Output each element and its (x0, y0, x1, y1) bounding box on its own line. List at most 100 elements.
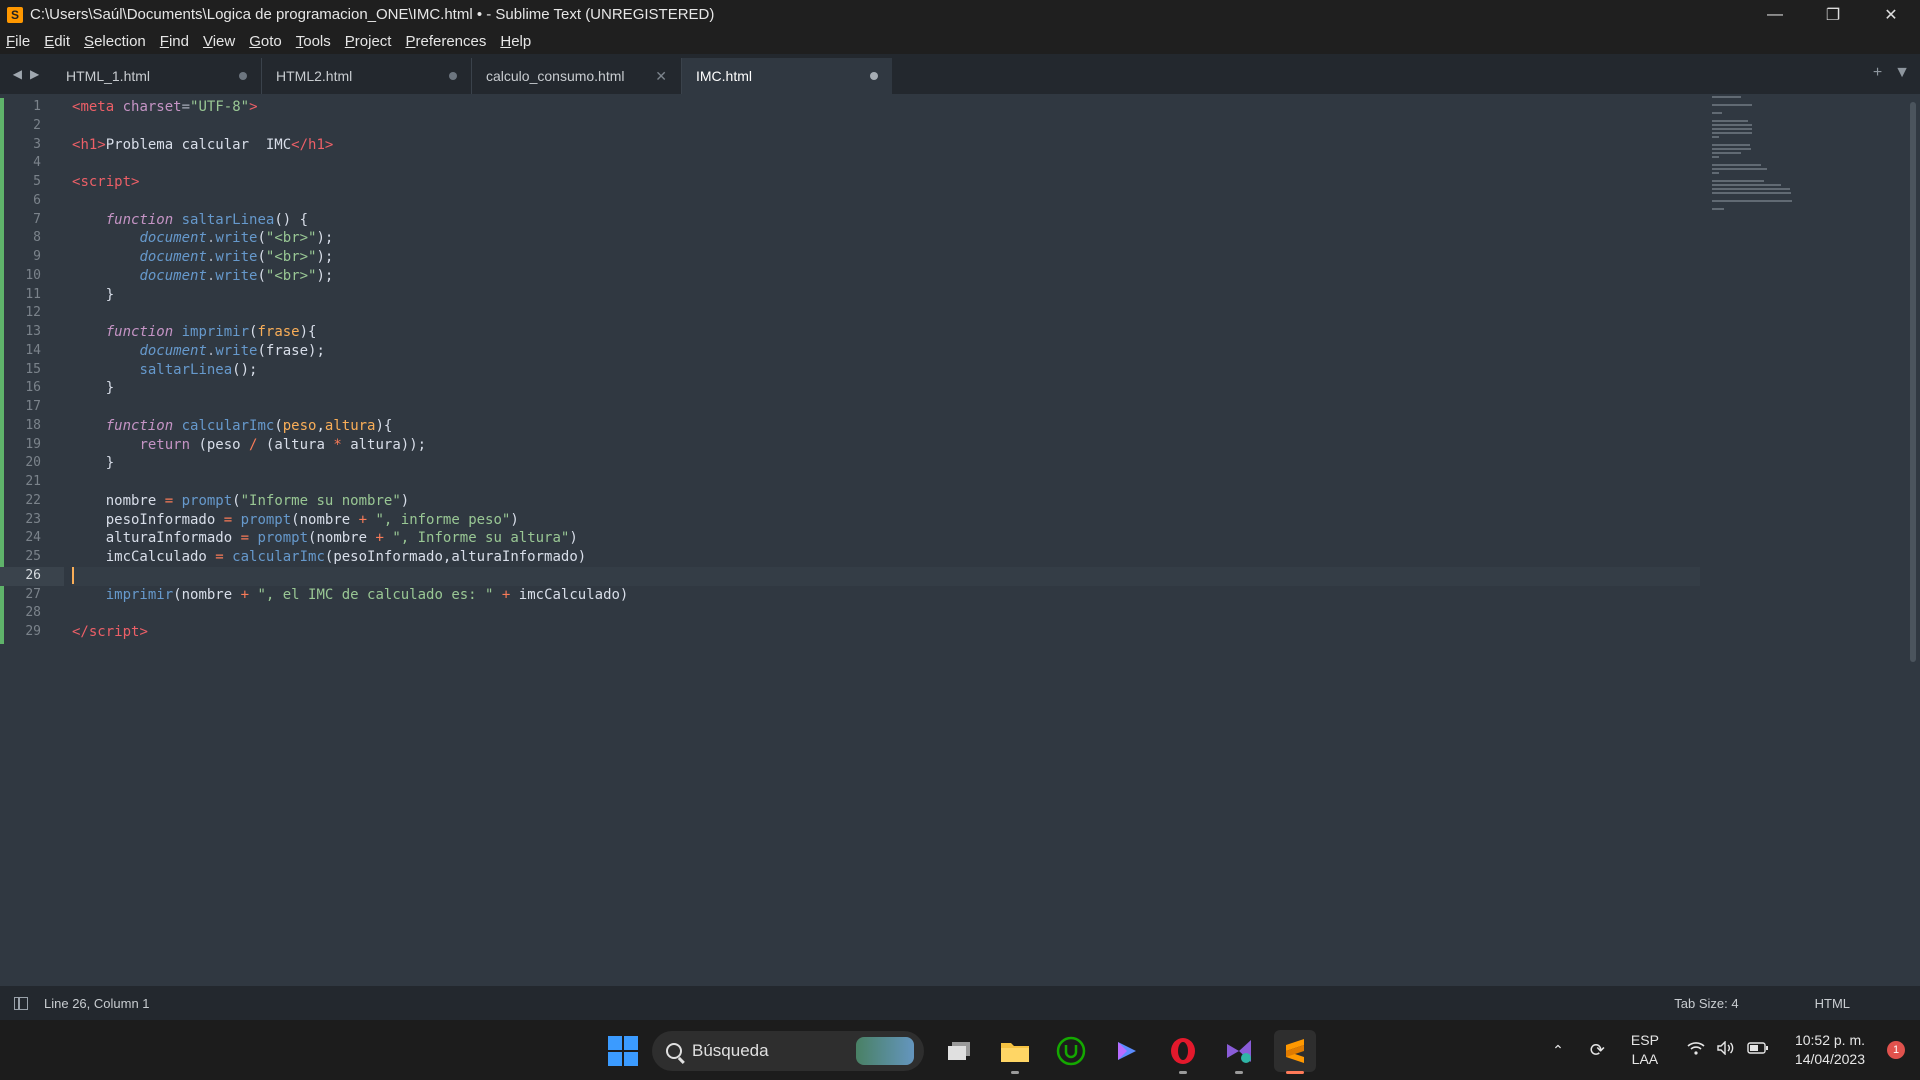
code-token: prompt (257, 530, 309, 547)
copilot-icon[interactable] (1106, 1030, 1148, 1072)
minimap-line (1712, 184, 1781, 186)
code-token: return (139, 436, 191, 453)
code-line[interactable] (72, 154, 1700, 173)
line-number: 24 (25, 530, 41, 546)
menu-tools[interactable]: Tools (296, 33, 331, 50)
code-line[interactable] (72, 604, 1700, 623)
menu-selection[interactable]: Selection (84, 33, 146, 50)
code-token: ", Informe su altura" (392, 530, 570, 547)
minimap[interactable] (1712, 96, 1792, 210)
code-token: ){ (299, 324, 317, 340)
code-view[interactable]: <meta charset="UTF-8"> <h1>Problema calcu… (72, 98, 1700, 642)
tab-html-1[interactable]: HTML_1.html (52, 58, 262, 94)
menu-preferences[interactable]: Preferences (405, 33, 486, 50)
code-line[interactable] (72, 192, 1700, 211)
chevron-up-icon[interactable]: ⌃ (1552, 1042, 1564, 1059)
menu-help[interactable]: Help (500, 33, 531, 50)
code-token: function (105, 417, 174, 434)
code-line[interactable]: <meta charset="UTF-8"> (72, 98, 1700, 117)
modified-dot-icon[interactable] (239, 72, 247, 80)
code-token: write (215, 249, 258, 265)
opera-icon[interactable] (1162, 1030, 1204, 1074)
code-line[interactable]: imcCalculado = calcularImc(pesoInformado… (72, 548, 1700, 567)
code-line[interactable]: return (peso / (altura * altura)); (72, 436, 1700, 455)
status-bar: Line 26, Column 1 Tab Size: 4 HTML (0, 986, 1920, 1020)
code-line[interactable]: pesoInformado = prompt(nombre + ", infor… (72, 511, 1700, 530)
editor-area[interactable]: 1 2 3 4 5 6 7 8 9 10 11 12 13 14 15 16 17 18 19 20 21 22 23 24 2… (0, 94, 1920, 986)
menu-goto[interactable]: Goto (249, 33, 282, 50)
code-line[interactable] (72, 398, 1700, 417)
menu-file[interactable]: File (6, 33, 30, 50)
sublime-text-taskbar-icon[interactable] (1274, 1030, 1316, 1074)
code-line[interactable] (72, 473, 1700, 492)
task-view-icon[interactable] (938, 1030, 980, 1072)
tab-html2[interactable]: HTML2.html (262, 58, 472, 94)
menu-view[interactable]: View (203, 33, 235, 50)
code-line[interactable]: saltarLinea(); (72, 361, 1700, 380)
code-line[interactable]: alturaInformado = prompt(nombre + ", Inf… (72, 529, 1700, 548)
code-line[interactable]: function saltarLinea() { (72, 211, 1700, 230)
tab-imc[interactable]: IMC.html (682, 58, 892, 94)
code-line[interactable]: } (72, 286, 1700, 305)
code-token: altura (324, 417, 376, 434)
code-line[interactable]: imprimir(nombre + ", el IMC de calculado… (72, 586, 1700, 605)
code-token: , (316, 417, 325, 434)
code-token: </ (72, 624, 89, 640)
code-line[interactable]: document.write("<br>"); (72, 267, 1700, 286)
tab-size[interactable]: Tab Size: 4 (1674, 996, 1738, 1011)
tab-label: HTML2.html (276, 68, 353, 84)
code-token: } (72, 380, 115, 397)
sublime-text-icon: S (7, 6, 23, 23)
clock[interactable]: 10:52 p. m. 14/04/2023 (1795, 1031, 1865, 1069)
line-number: 27 (25, 586, 41, 602)
menu-bar: File Edit Selection Find View Goto Tools… (0, 29, 1920, 54)
code-line[interactable] (72, 117, 1700, 136)
code-line[interactable]: nombre = prompt("Informe su nombre") (72, 492, 1700, 511)
menu-find[interactable]: Find (160, 33, 189, 50)
tab-next-icon[interactable]: ▶ (30, 67, 39, 81)
code-token: nombre (72, 492, 165, 509)
file-explorer-icon[interactable] (994, 1030, 1036, 1074)
code-line[interactable]: <h1>Problema calcular IMC</h1> (72, 136, 1700, 155)
taskbar-search[interactable]: Búsqueda (652, 1031, 924, 1071)
code-line[interactable] (72, 304, 1700, 323)
code-line[interactable]: document.write("<br>"); (72, 248, 1700, 267)
new-tab-icon[interactable]: + (1873, 64, 1882, 82)
tab-calculo-consumo[interactable]: calculo_consumo.html ✕ (472, 58, 682, 94)
menu-project[interactable]: Project (345, 33, 392, 50)
code-line[interactable]: document.write("<br>"); (72, 229, 1700, 248)
visual-studio-installer-icon[interactable] (1218, 1030, 1260, 1074)
code-line[interactable]: function calcularImc(peso,altura){ (72, 417, 1700, 436)
sync-icon[interactable]: ⟳ (1590, 1040, 1605, 1061)
code-line[interactable]: function imprimir(frase){ (72, 323, 1700, 342)
minimize-button[interactable]: — (1746, 0, 1804, 29)
notification-badge[interactable]: 1 (1887, 1041, 1905, 1059)
syntax-mode[interactable]: HTML (1815, 996, 1850, 1011)
code-line[interactable] (72, 566, 1700, 586)
menu-edit[interactable]: Edit (44, 33, 70, 50)
toggle-panel-icon[interactable] (14, 996, 28, 1010)
clock-time: 10:52 p. m. (1794, 1032, 1865, 1048)
code-token: imcCalculado (72, 549, 216, 565)
code-line[interactable]: } (72, 379, 1700, 398)
restore-button[interactable]: ❐ (1804, 0, 1862, 29)
line-number: 26 (0, 566, 64, 586)
modified-dot-icon[interactable] (449, 72, 457, 80)
code-line[interactable]: </script> (72, 623, 1700, 642)
code-line[interactable]: } (72, 454, 1700, 473)
code-line[interactable]: document.write(frase); (72, 342, 1700, 361)
system-icons[interactable] (1687, 1040, 1769, 1059)
close-button[interactable]: ✕ (1862, 0, 1920, 29)
windows-start-icon[interactable] (608, 1036, 638, 1066)
tab-close-icon[interactable]: ✕ (655, 68, 667, 85)
tab-list-icon[interactable]: ▼ (1894, 64, 1910, 82)
tab-prev-icon[interactable]: ◀ (13, 67, 22, 81)
code-line[interactable]: <script> (72, 173, 1700, 192)
vertical-scrollbar[interactable] (1910, 102, 1916, 662)
upwork-icon[interactable] (1050, 1030, 1092, 1072)
modified-dot-icon[interactable] (870, 72, 878, 80)
input-language[interactable]: ESP LAA (1631, 1031, 1659, 1069)
